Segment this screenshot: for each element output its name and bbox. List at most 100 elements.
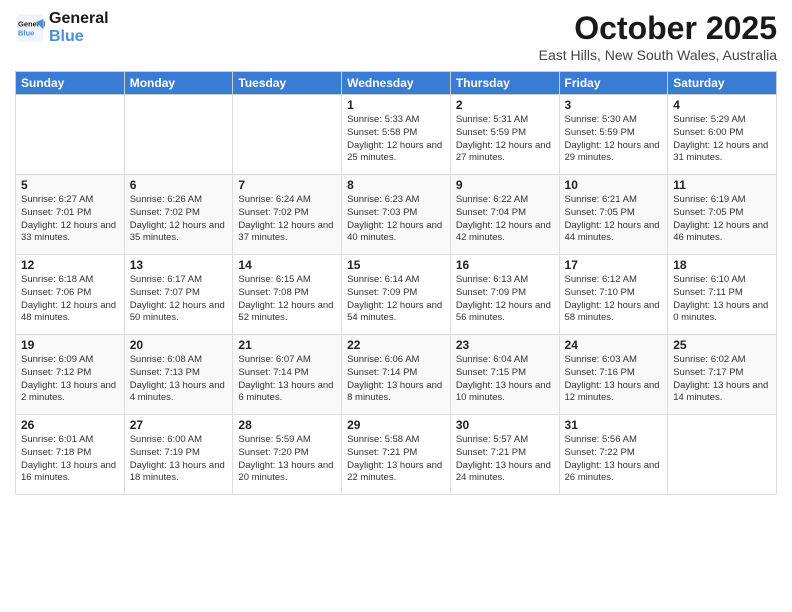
week-row-0: 1 Sunrise: 5:33 AM Sunset: 5:58 PM Daylig…: [16, 95, 777, 175]
day-detail-w2-d0: Sunrise: 6:18 AM Sunset: 7:06 PM Dayligh…: [21, 274, 119, 325]
day-detail-w3-d3: Sunrise: 6:06 AM Sunset: 7:14 PM Dayligh…: [347, 354, 445, 405]
col-monday: Monday: [124, 72, 233, 95]
day-num-w1-d5: 10: [565, 178, 663, 192]
cell-w4-d1: 27Sunrise: 6:00 AM Sunset: 7:19 PM Dayli…: [124, 415, 233, 495]
day-detail-w0-d6: Sunrise: 5:29 AM Sunset: 6:00 PM Dayligh…: [673, 114, 771, 165]
week-row-3: 19Sunrise: 6:09 AM Sunset: 7:12 PM Dayli…: [16, 335, 777, 415]
day-num-w1-d3: 8: [347, 178, 445, 192]
cell-w4-d3: 29 Sunrise: 5:58 AM Sunset: 7:21 PM Dayli…: [342, 415, 451, 495]
week-row-1: 5Sunrise: 6:27 AM Sunset: 7:01 PM Daylig…: [16, 175, 777, 255]
day-num-w3-d4: 23: [456, 338, 554, 352]
cell-w4-d2: 28 Sunrise: 5:59 AM Sunset: 7:20 PM Dayli…: [233, 415, 342, 495]
logo: General Blue General Blue: [15, 10, 109, 45]
cell-w2-d0: 12 Sunrise: 6:18 AM Sunset: 7:06 PM Dayli…: [16, 255, 125, 335]
cell-w3-d4: 23 Sunrise: 6:04 AM Sunset: 7:15 PM Dayli…: [450, 335, 559, 415]
day-detail-w0-d5: Sunrise: 5:30 AM Sunset: 5:59 PM Dayligh…: [565, 114, 663, 165]
logo-text-blue: Blue: [49, 28, 109, 46]
cell-w0-d0: [16, 95, 125, 175]
col-wednesday: Wednesday: [342, 72, 451, 95]
cell-w1-d5: 10Sunrise: 6:21 AM Sunset: 7:05 PM Dayli…: [559, 175, 668, 255]
day-num-w2-d1: 13: [130, 258, 228, 272]
day-detail-w2-d3: Sunrise: 6:14 AM Sunset: 7:09 PM Dayligh…: [347, 274, 445, 325]
cell-w2-d6: 18Sunrise: 6:10 AM Sunset: 7:11 PM Dayli…: [668, 255, 777, 335]
day-detail-w4-d3: Sunrise: 5:58 AM Sunset: 7:21 PM Dayligh…: [347, 434, 445, 485]
cell-w0-d4: 2Sunrise: 5:31 AM Sunset: 5:59 PM Daylig…: [450, 95, 559, 175]
day-num-w1-d2: 7: [238, 178, 336, 192]
svg-text:Blue: Blue: [18, 28, 34, 37]
week-row-4: 26 Sunrise: 6:01 AM Sunset: 7:18 PM Dayli…: [16, 415, 777, 495]
day-detail-w4-d5: Sunrise: 5:56 AM Sunset: 7:22 PM Dayligh…: [565, 434, 663, 485]
day-num-w1-d4: 9: [456, 178, 554, 192]
col-sunday: Sunday: [16, 72, 125, 95]
day-num-w2-d3: 15: [347, 258, 445, 272]
day-detail-w2-d4: Sunrise: 6:13 AM Sunset: 7:09 PM Dayligh…: [456, 274, 554, 325]
calendar-header-row: Sunday Monday Tuesday Wednesday Thursday…: [16, 72, 777, 95]
cell-w2-d3: 15 Sunrise: 6:14 AM Sunset: 7:09 PM Dayli…: [342, 255, 451, 335]
day-num-w4-d4: 30: [456, 418, 554, 432]
cell-w0-d2: [233, 95, 342, 175]
cell-w4-d5: 31 Sunrise: 5:56 AM Sunset: 7:22 PM Dayli…: [559, 415, 668, 495]
month-title: October 2025: [539, 10, 777, 47]
cell-w1-d2: 7 Sunrise: 6:24 AM Sunset: 7:02 PM Daylig…: [233, 175, 342, 255]
day-num-w4-d2: 28: [238, 418, 336, 432]
day-detail-w3-d4: Sunrise: 6:04 AM Sunset: 7:15 PM Dayligh…: [456, 354, 554, 405]
cell-w3-d0: 19Sunrise: 6:09 AM Sunset: 7:12 PM Dayli…: [16, 335, 125, 415]
week-row-2: 12 Sunrise: 6:18 AM Sunset: 7:06 PM Dayli…: [16, 255, 777, 335]
day-num-w3-d2: 21: [238, 338, 336, 352]
day-detail-w2-d1: Sunrise: 6:17 AM Sunset: 7:07 PM Dayligh…: [130, 274, 228, 325]
cell-w4-d0: 26 Sunrise: 6:01 AM Sunset: 7:18 PM Dayli…: [16, 415, 125, 495]
day-detail-w4-d0: Sunrise: 6:01 AM Sunset: 7:18 PM Dayligh…: [21, 434, 119, 485]
col-saturday: Saturday: [668, 72, 777, 95]
day-detail-w2-d5: Sunrise: 6:12 AM Sunset: 7:10 PM Dayligh…: [565, 274, 663, 325]
day-num-w0-d5: 3: [565, 98, 663, 112]
day-detail-w2-d6: Sunrise: 6:10 AM Sunset: 7:11 PM Dayligh…: [673, 274, 771, 325]
cell-w0-d5: 3 Sunrise: 5:30 AM Sunset: 5:59 PM Daylig…: [559, 95, 668, 175]
day-num-w4-d3: 29: [347, 418, 445, 432]
day-num-w1-d1: 6: [130, 178, 228, 192]
day-num-w3-d0: 19: [21, 338, 119, 352]
cell-w0-d1: [124, 95, 233, 175]
cell-w2-d5: 17 Sunrise: 6:12 AM Sunset: 7:10 PM Dayli…: [559, 255, 668, 335]
header: General Blue General Blue October 2025 E…: [15, 10, 777, 63]
cell-w0-d3: 1 Sunrise: 5:33 AM Sunset: 5:58 PM Daylig…: [342, 95, 451, 175]
day-detail-w0-d3: Sunrise: 5:33 AM Sunset: 5:58 PM Dayligh…: [347, 114, 445, 165]
cell-w2-d2: 14Sunrise: 6:15 AM Sunset: 7:08 PM Dayli…: [233, 255, 342, 335]
day-detail-w1-d4: Sunrise: 6:22 AM Sunset: 7:04 PM Dayligh…: [456, 194, 554, 245]
day-detail-w0-d4: Sunrise: 5:31 AM Sunset: 5:59 PM Dayligh…: [456, 114, 554, 165]
day-detail-w3-d1: Sunrise: 6:08 AM Sunset: 7:13 PM Dayligh…: [130, 354, 228, 405]
day-num-w2-d2: 14: [238, 258, 336, 272]
day-num-w0-d6: 4: [673, 98, 771, 112]
cell-w0-d6: 4 Sunrise: 5:29 AM Sunset: 6:00 PM Daylig…: [668, 95, 777, 175]
day-num-w3-d1: 20: [130, 338, 228, 352]
cell-w2-d4: 16 Sunrise: 6:13 AM Sunset: 7:09 PM Dayli…: [450, 255, 559, 335]
day-num-w3-d6: 25: [673, 338, 771, 352]
day-detail-w4-d1: Sunrise: 6:00 AM Sunset: 7:19 PM Dayligh…: [130, 434, 228, 485]
day-detail-w3-d5: Sunrise: 6:03 AM Sunset: 7:16 PM Dayligh…: [565, 354, 663, 405]
day-num-w2-d5: 17: [565, 258, 663, 272]
day-num-w4-d0: 26: [21, 418, 119, 432]
day-detail-w4-d2: Sunrise: 5:59 AM Sunset: 7:20 PM Dayligh…: [238, 434, 336, 485]
cell-w1-d0: 5Sunrise: 6:27 AM Sunset: 7:01 PM Daylig…: [16, 175, 125, 255]
cell-w1-d3: 8 Sunrise: 6:23 AM Sunset: 7:03 PM Daylig…: [342, 175, 451, 255]
day-detail-w4-d4: Sunrise: 5:57 AM Sunset: 7:21 PM Dayligh…: [456, 434, 554, 485]
logo-text-general: General: [49, 10, 109, 28]
day-num-w2-d4: 16: [456, 258, 554, 272]
day-num-w4-d5: 31: [565, 418, 663, 432]
cell-w3-d6: 25Sunrise: 6:02 AM Sunset: 7:17 PM Dayli…: [668, 335, 777, 415]
cell-w1-d1: 6Sunrise: 6:26 AM Sunset: 7:02 PM Daylig…: [124, 175, 233, 255]
logo-icon: General Blue: [15, 13, 45, 43]
day-detail-w1-d3: Sunrise: 6:23 AM Sunset: 7:03 PM Dayligh…: [347, 194, 445, 245]
subtitle: East Hills, New South Wales, Australia: [539, 47, 777, 63]
cell-w3-d2: 21Sunrise: 6:07 AM Sunset: 7:14 PM Dayli…: [233, 335, 342, 415]
col-friday: Friday: [559, 72, 668, 95]
day-detail-w1-d2: Sunrise: 6:24 AM Sunset: 7:02 PM Dayligh…: [238, 194, 336, 245]
cell-w4-d4: 30 Sunrise: 5:57 AM Sunset: 7:21 PM Dayli…: [450, 415, 559, 495]
day-num-w0-d3: 1: [347, 98, 445, 112]
cell-w3-d5: 24 Sunrise: 6:03 AM Sunset: 7:16 PM Dayli…: [559, 335, 668, 415]
day-num-w3-d5: 24: [565, 338, 663, 352]
day-num-w3-d3: 22: [347, 338, 445, 352]
day-detail-w1-d6: Sunrise: 6:19 AM Sunset: 7:05 PM Dayligh…: [673, 194, 771, 245]
day-num-w2-d0: 12: [21, 258, 119, 272]
col-thursday: Thursday: [450, 72, 559, 95]
col-tuesday: Tuesday: [233, 72, 342, 95]
